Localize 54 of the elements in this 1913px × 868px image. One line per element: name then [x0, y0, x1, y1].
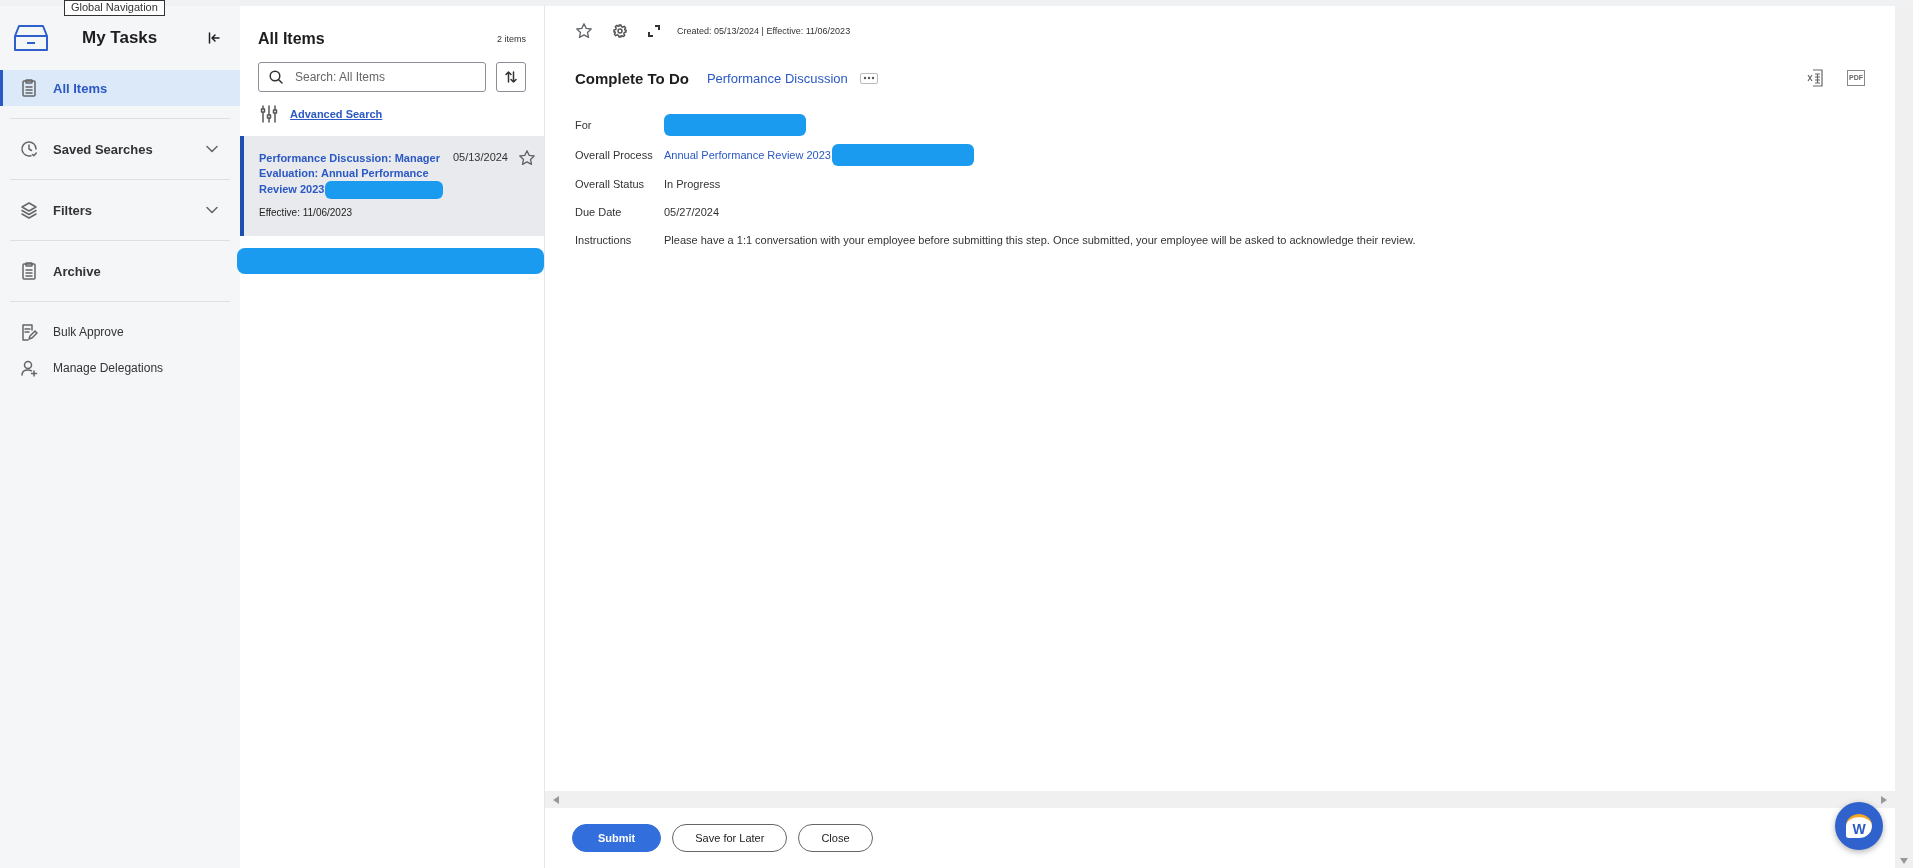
- submit-button[interactable]: Submit: [572, 824, 662, 852]
- field-value: Please have a 1:1 conversation with your employee before submitting this step. Once submitted, your employee will be asked to acknowledge their review.: [664, 234, 1416, 246]
- sidebar-title: My Tasks: [82, 28, 159, 48]
- expand-icon[interactable]: [647, 24, 661, 38]
- settings-icon[interactable]: [613, 24, 627, 38]
- task-title[interactable]: Performance Discussion: Manager Evaluation: Annual Performance Review 2023: [259, 151, 445, 199]
- item-count: 2 items: [497, 34, 526, 44]
- field-link[interactable]: Annual Performance Review 2023: [664, 149, 831, 161]
- field-label: Overall Status: [575, 177, 646, 192]
- chevron-icon: [206, 145, 218, 153]
- clock-icon: [20, 140, 38, 158]
- task-card[interactable]: Performance Discussion: Manager Evaluation: Annual Performance Review 2023 05/13/2024 Effective: 11/06/2023: [240, 136, 544, 236]
- ellipsis-icon: [862, 76, 875, 80]
- advanced-search-link[interactable]: Advanced Search: [290, 108, 383, 120]
- sort-button[interactable]: [496, 62, 526, 92]
- inbox-tray-icon: [14, 24, 48, 52]
- sidebar-item[interactable]: Archive: [0, 253, 240, 289]
- collapse-icon[interactable]: [208, 32, 220, 44]
- sliders-icon: [260, 105, 278, 123]
- created-date: Created: 05/13/2024 | Effective: 11/06/2023: [677, 26, 851, 36]
- sidebar-item[interactable]: Filters: [0, 192, 240, 228]
- sidebar-item[interactable]: Saved Searches: [0, 131, 240, 167]
- field-label: Overall Process: [575, 148, 654, 163]
- layers-icon: [20, 201, 38, 219]
- star-icon[interactable]: [575, 22, 593, 40]
- chat-logo: W: [1846, 814, 1872, 838]
- spreadsheet-icon[interactable]: [1807, 69, 1823, 87]
- tooltip: Global Navigation: [64, 0, 165, 16]
- field-value: 05/27/2024: [664, 206, 720, 218]
- sidebar-item[interactable]: All Items: [0, 70, 240, 106]
- field-label: Instructions: [575, 233, 633, 248]
- field-value: In Progress: [664, 178, 721, 190]
- sidebar-link[interactable]: Manage Delegations: [0, 350, 240, 386]
- page-title: Complete To Do: [575, 69, 689, 87]
- chevron-icon: [206, 206, 218, 214]
- search-field[interactable]: Search: All Items: [258, 62, 486, 92]
- clipboard-icon: [20, 79, 38, 97]
- effective-date: Effective: 11/06/2023: [259, 207, 354, 218]
- clipboard-icon: [20, 262, 38, 280]
- task-date: 05/13/2024: [452, 151, 508, 163]
- vertical-scrollbar[interactable]: [1895, 6, 1913, 868]
- secondary-button[interactable]: Save for Later: [672, 824, 788, 852]
- star-icon[interactable]: [518, 149, 536, 167]
- search-icon: [269, 70, 283, 84]
- field-label: For: [575, 118, 593, 133]
- secondary-button[interactable]: Close: [798, 824, 873, 852]
- task-link[interactable]: Performance Discussion: [706, 70, 848, 86]
- more-button[interactable]: [859, 72, 878, 84]
- sidebar-link[interactable]: Bulk Approve: [0, 314, 240, 350]
- list-title: All Items: [258, 30, 325, 48]
- person-add-icon: [20, 359, 38, 377]
- document-edit-icon: [20, 323, 38, 341]
- sort-icon: [505, 70, 517, 84]
- field-label: Due Date: [575, 205, 623, 220]
